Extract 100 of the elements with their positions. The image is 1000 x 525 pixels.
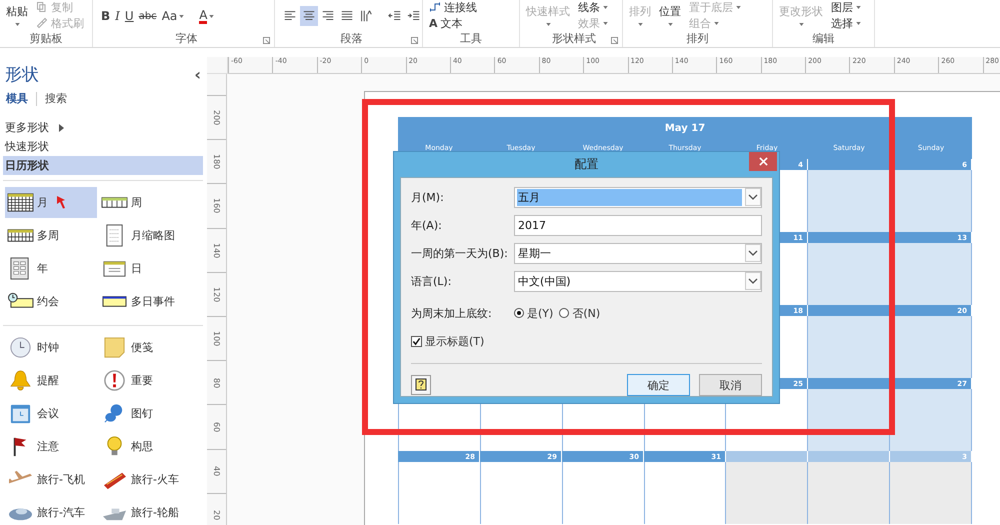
ruler-number: 120 (212, 286, 221, 302)
dialog-button[interactable]: 取消 (699, 374, 762, 396)
caret-icon (546, 23, 550, 26)
panel-tab[interactable]: 搜索 (45, 91, 67, 106)
ribbon-button[interactable]: 连接线 (429, 0, 477, 14)
dialog-launcher-icon[interactable] (263, 37, 270, 44)
ruler-number: 200 (212, 110, 221, 126)
format-button[interactable]: Aa (160, 6, 186, 26)
ribbon-button[interactable]: 选择 (831, 16, 861, 30)
stencil-item[interactable]: 日历形状 (3, 156, 203, 175)
ruler-number: 140 (212, 242, 221, 258)
ruler-number: 100 (212, 330, 221, 346)
submenu-arrow-icon (59, 124, 64, 132)
input-field[interactable]: 2017 (514, 214, 762, 236)
caret-icon (856, 22, 861, 24)
align-left-icon (283, 9, 297, 23)
field-label: 月(M): (411, 190, 445, 204)
dropdown-field[interactable]: 星期一 (514, 242, 762, 264)
caret-icon (209, 14, 214, 18)
shape-tile[interactable]: 年 (5, 253, 97, 284)
ribbon-button[interactable]: A 文本 (429, 16, 477, 30)
caret-icon (856, 6, 861, 8)
dialog-title: 配置 (574, 156, 598, 173)
stencil-item[interactable]: 更多形状 (3, 118, 203, 137)
ruler-number: 160 (212, 198, 221, 214)
decrease-indent-icon (388, 9, 402, 23)
dialog-launcher-icon[interactable] (411, 37, 418, 44)
shape-tile[interactable]: 会议 (5, 398, 97, 429)
close-icon (758, 157, 768, 166)
shape-tile[interactable]: 重要 (99, 365, 191, 396)
field-label: 为周末加上底纹: (411, 306, 493, 320)
group-label: 形状样式 (551, 31, 596, 46)
format-button[interactable]: abc (136, 6, 159, 26)
checkmark-icon (412, 337, 421, 346)
ruler-number: 40 (212, 466, 221, 476)
shape-tile[interactable]: 旅行-火车 (99, 464, 191, 495)
ribbon-button[interactable]: 线条 (578, 0, 608, 14)
caret-icon (179, 14, 184, 18)
caret-icon (668, 23, 672, 26)
caret-icon (603, 6, 608, 8)
group-label: 排列 (686, 31, 708, 46)
shape-tile[interactable]: 约会 (5, 286, 97, 317)
shape-tile[interactable]: 提醒 (5, 365, 97, 396)
field-label: 年(A): (411, 218, 443, 232)
ribbon-button[interactable]: 粘贴 (6, 0, 28, 26)
dropdown-field[interactable]: 中文(中国) (514, 270, 762, 292)
panel-tab[interactable]: 模具 (6, 91, 28, 106)
align-right-icon (321, 9, 335, 23)
format-button[interactable]: U (122, 6, 136, 26)
collapse-button[interactable]: ‹ (194, 65, 201, 84)
group-label: 剪贴板 (30, 31, 62, 46)
caret-icon (14, 23, 20, 26)
format-button[interactable]: I (113, 6, 122, 26)
format-button[interactable]: B (99, 6, 112, 26)
exclamation-icon (101, 369, 128, 392)
pointer-arrow-icon (56, 195, 66, 209)
ruler-number: 180 (212, 154, 221, 170)
shape-tile[interactable]: 多周 (5, 220, 97, 251)
paragraph-button[interactable] (300, 6, 318, 26)
radio-option[interactable]: 是(Y) (514, 306, 554, 320)
shape-tile[interactable]: 日 (99, 253, 191, 284)
shape-tile[interactable]: 旅行-汽车 (5, 497, 97, 525)
radio-option[interactable]: 否(N) (559, 306, 600, 320)
ruler-number: 60 (212, 422, 221, 432)
group-label: 编辑 (812, 31, 834, 46)
format-button[interactable]: A (197, 6, 216, 26)
text-direction-icon (359, 9, 373, 23)
shape-tile[interactable]: 时钟 (5, 332, 97, 363)
caret-icon (638, 23, 642, 26)
dialog-launcher-icon[interactable] (611, 37, 618, 44)
shape-tile[interactable]: 月 (5, 187, 97, 218)
ruler-number: 80 (212, 378, 221, 388)
group-label: 字体 (174, 31, 198, 46)
ribbon-button[interactable]: 图层 (831, 0, 861, 14)
shape-tile[interactable]: 旅行-轮船 (99, 497, 191, 525)
shape-tile[interactable]: 注意 (5, 431, 97, 462)
close-button[interactable] (749, 152, 777, 171)
increase-indent-icon (407, 9, 421, 23)
group-label: 段落 (340, 31, 362, 46)
brush-icon (36, 17, 48, 29)
shape-tile[interactable]: 旅行-飞机 (5, 464, 97, 495)
caret-icon (798, 23, 804, 26)
stencil-item[interactable]: 快速形状 (3, 137, 203, 156)
shape-tile[interactable]: 周 (99, 187, 191, 218)
shape-tile[interactable]: 月缩略图 (99, 220, 191, 251)
caret-icon (603, 22, 608, 24)
field-label: 语言(L): (411, 274, 452, 288)
shape-tile[interactable]: 便笺 (99, 332, 191, 363)
ribbon-button[interactable]: 位置 (659, 0, 681, 26)
month-grid-icon (7, 191, 34, 214)
help-icon[interactable] (411, 375, 431, 395)
group-label: 工具 (460, 31, 482, 46)
shape-tile[interactable]: 多日事件 (99, 286, 191, 317)
dialog-button[interactable]: 确定 (627, 374, 690, 396)
shape-tile[interactable]: 构思 (99, 431, 191, 462)
dropdown-field[interactable]: 五月 (514, 186, 762, 208)
checkbox-option[interactable]: 显示标题(T) (411, 334, 484, 349)
align-center-icon (302, 9, 316, 23)
shape-tile[interactable]: 图钉 (99, 398, 191, 429)
caret-icon (736, 6, 741, 8)
